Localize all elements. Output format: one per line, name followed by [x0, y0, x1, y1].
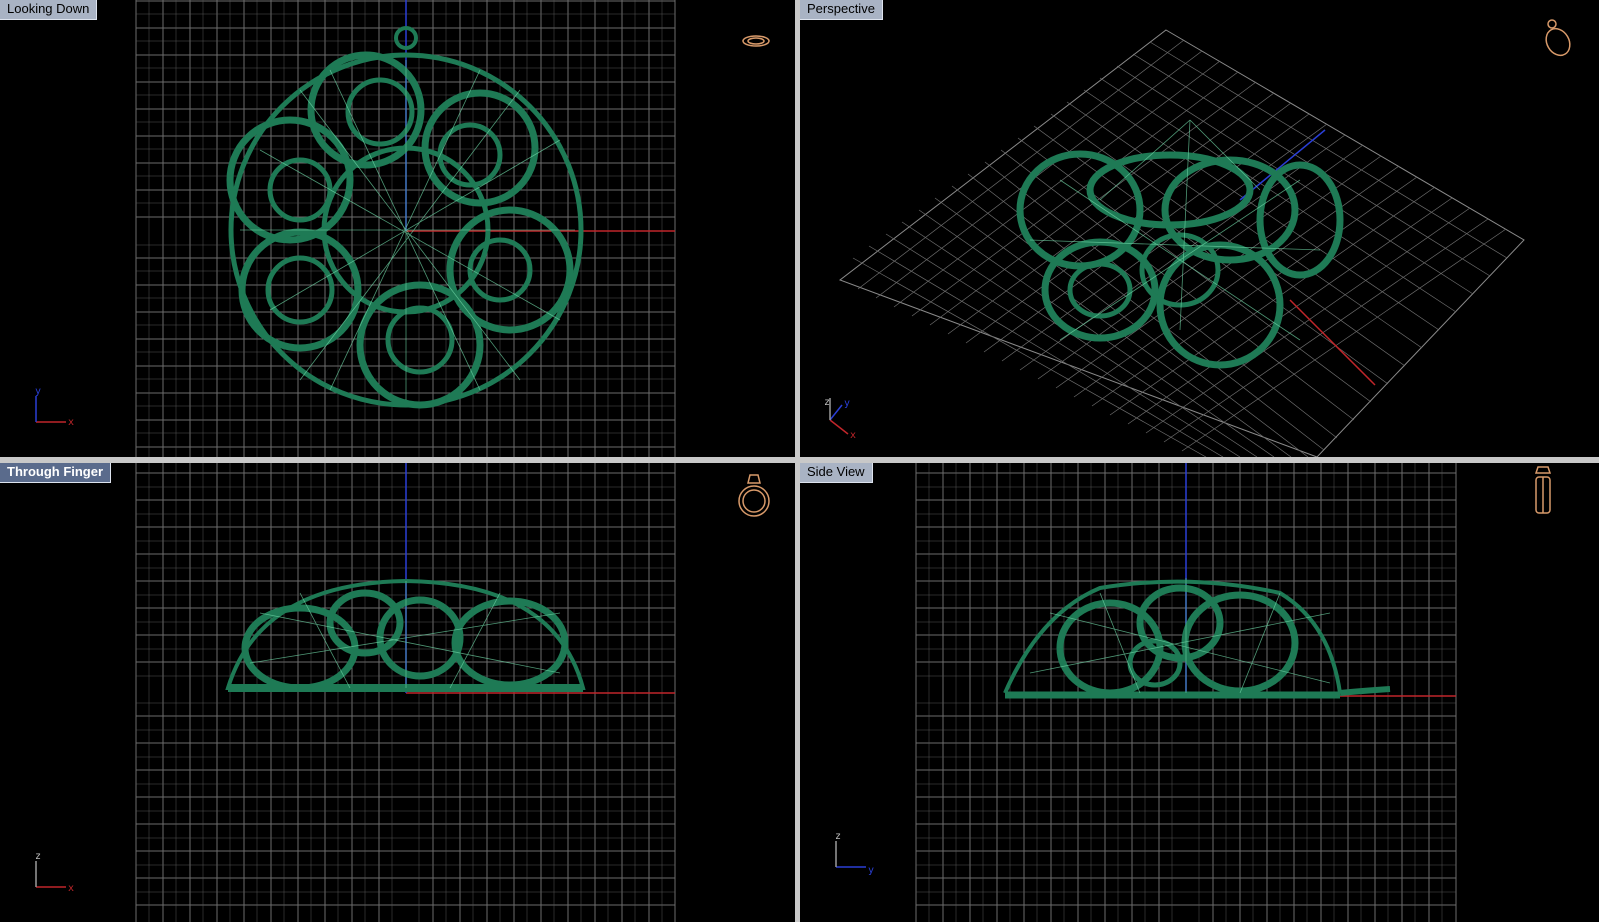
front-view-canvas: x z — [35, 463, 770, 922]
axis-indicator: y z — [835, 831, 874, 876]
viewport-side-view[interactable]: y z Side View — [800, 463, 1599, 922]
viewport-looking-down[interactable]: x y Looking Down — [0, 0, 795, 457]
y-axis-label: y — [844, 398, 850, 409]
x-axis-line — [1289, 299, 1376, 386]
y-axis-label: y — [35, 386, 41, 397]
z-axis-label: z — [35, 851, 41, 862]
viewport-through-finger[interactable]: x z Through Finger — [0, 463, 795, 922]
viewport-title-looking-down[interactable]: Looking Down — [0, 0, 98, 20]
axis-indicator: x z — [35, 851, 74, 894]
pendant-model-side — [1003, 579, 1391, 699]
viewport-title-side-view[interactable]: Side View — [800, 463, 873, 483]
z-axis-label: z — [835, 831, 841, 842]
axis-indicator: x y z — [824, 397, 856, 441]
viewport-title-perspective[interactable]: Perspective — [800, 0, 883, 20]
y-axis-label: y — [868, 865, 874, 876]
viewport-title-through-finger[interactable]: Through Finger — [0, 463, 112, 483]
x-axis-label: x — [68, 417, 74, 428]
z-axis-label: z — [824, 397, 830, 408]
ring-perspective-icon[interactable] — [1541, 19, 1574, 60]
ring-front-view-icon[interactable] — [738, 474, 770, 517]
ring-top-view-icon[interactable] — [742, 35, 770, 47]
viewport-perspective[interactable]: x y z Perspective — [800, 0, 1599, 457]
axis-indicator: x y — [35, 386, 74, 428]
x-axis-label: x — [850, 430, 856, 441]
top-view-canvas: x y — [35, 0, 770, 457]
ring-side-view-icon[interactable] — [1534, 466, 1552, 514]
side-view-canvas: y z — [835, 463, 1552, 922]
x-axis-label: x — [68, 883, 74, 894]
perspective-canvas: x y z — [824, 19, 1574, 457]
